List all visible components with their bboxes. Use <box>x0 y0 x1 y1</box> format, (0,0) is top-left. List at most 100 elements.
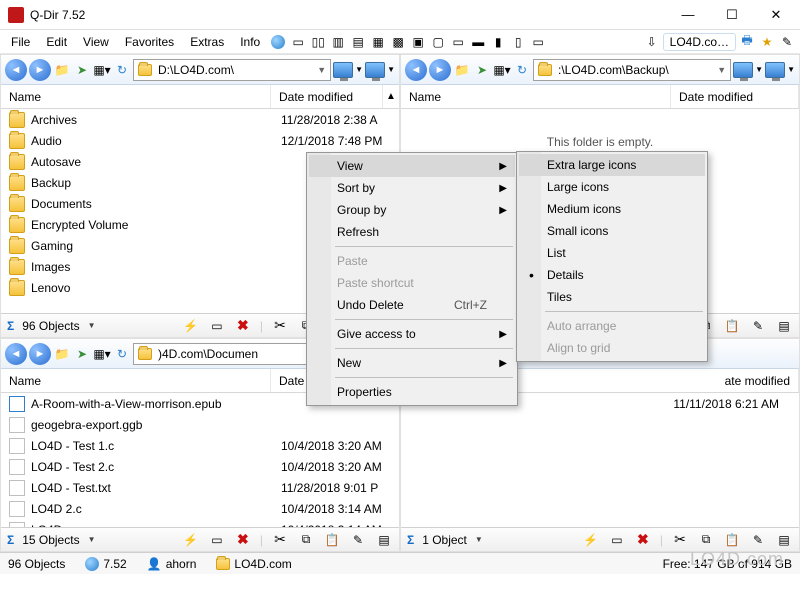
menu-favorites[interactable]: Favorites <box>118 33 181 51</box>
col-name[interactable]: Name <box>1 369 271 392</box>
edit-icon[interactable]: ✎ <box>749 317 767 335</box>
file-list-bl[interactable]: A-Room-with-a-View-morrison.epubgeogebra… <box>1 393 399 527</box>
up-icon[interactable]: 📁 <box>453 61 471 79</box>
list-item[interactable]: Archives11/28/2018 2:38 A <box>1 109 399 130</box>
chevron-down-icon[interactable]: ▼ <box>787 65 795 74</box>
refresh-icon[interactable]: ↻ <box>113 61 131 79</box>
paste-icon[interactable]: 📋 <box>723 531 741 549</box>
edit-icon[interactable]: ✎ <box>349 531 367 549</box>
printer-icon[interactable]: 🖶 <box>738 33 756 51</box>
view-details[interactable]: •Details <box>519 264 705 286</box>
layout5-icon[interactable]: ▦ <box>369 33 387 51</box>
copy-icon[interactable]: ⧉ <box>697 531 715 549</box>
list-item[interactable]: geogebra-export.ggb <box>1 414 399 435</box>
globe-icon[interactable] <box>269 33 287 51</box>
tree-icon[interactable]: ➤ <box>473 61 491 79</box>
ctx-group[interactable]: Group by▶ <box>309 199 515 221</box>
menu-edit[interactable]: Edit <box>39 33 74 51</box>
layout9-icon[interactable]: ▭ <box>449 33 467 51</box>
address-bar-tl[interactable]: D:\LO4D.com\ ▼ <box>133 59 331 81</box>
props-icon[interactable]: ▤ <box>775 531 793 549</box>
view-list[interactable]: List <box>519 242 705 264</box>
file-list-br[interactable]: 11/11/2018 6:21 AM <box>401 393 799 527</box>
scroll-up-icon[interactable]: ▲ <box>383 91 399 102</box>
paste-icon[interactable]: 📋 <box>723 317 741 335</box>
paste-icon[interactable]: 📋 <box>323 531 341 549</box>
bolt-icon[interactable]: ⚡ <box>182 531 200 549</box>
up-icon[interactable]: 📁 <box>53 345 71 363</box>
layout8-icon[interactable]: ▢ <box>429 33 447 51</box>
back-button[interactable]: ◄ <box>405 59 427 81</box>
layout10-icon[interactable]: ▬ <box>469 33 487 51</box>
refresh-icon[interactable]: ↻ <box>113 345 131 363</box>
list-item[interactable]: LO4D - Test 2.c10/4/2018 3:20 AM <box>1 456 399 477</box>
chevron-down-icon[interactable]: ▼ <box>387 65 395 74</box>
bolt-icon[interactable]: ⚡ <box>582 531 600 549</box>
list-item[interactable]: LO4D 2.c10/4/2018 3:14 AM <box>1 498 399 519</box>
ctx-share[interactable]: Give access to▶ <box>309 323 515 345</box>
chevron-down-icon[interactable]: ▼ <box>88 535 96 544</box>
col-date[interactable]: Date modified <box>671 85 799 108</box>
delete-icon[interactable]: ✖ <box>234 531 252 549</box>
view-icon[interactable]: ▦▾ <box>93 61 111 79</box>
delete-icon[interactable]: ✖ <box>634 531 652 549</box>
install-icon[interactable]: ⇩ <box>643 33 661 51</box>
ctx-sort[interactable]: Sort by▶ <box>309 177 515 199</box>
bolt-icon[interactable]: ⚡ <box>182 317 200 335</box>
view-lg[interactable]: Large icons <box>519 176 705 198</box>
chevron-down-icon[interactable]: ▼ <box>755 65 763 74</box>
monitor-icon[interactable] <box>733 62 753 78</box>
maximize-button[interactable]: ☐ <box>710 1 754 29</box>
forward-button[interactable]: ► <box>429 59 451 81</box>
window-icon[interactable]: ▭ <box>608 531 626 549</box>
tree-icon[interactable]: ➤ <box>73 61 91 79</box>
view-tiles[interactable]: Tiles <box>519 286 705 308</box>
layout3-icon[interactable]: ▥ <box>329 33 347 51</box>
ctx-properties[interactable]: Properties <box>309 381 515 403</box>
ctx-refresh[interactable]: Refresh <box>309 221 515 243</box>
chevron-down-icon[interactable]: ▼ <box>317 65 326 75</box>
chevron-down-icon[interactable]: ▼ <box>717 65 726 75</box>
list-item[interactable]: LO4D.c10/4/2018 3:14 AM <box>1 519 399 527</box>
window-icon[interactable]: ▭ <box>208 317 226 335</box>
menu-file[interactable]: File <box>4 33 37 51</box>
layout11-icon[interactable]: ▮ <box>489 33 507 51</box>
menu-view[interactable]: View <box>76 33 116 51</box>
ctx-new[interactable]: New▶ <box>309 352 515 374</box>
view-icon[interactable]: ▦▾ <box>493 61 511 79</box>
chevron-down-icon[interactable]: ▼ <box>355 65 363 74</box>
window-icon[interactable]: ▭ <box>208 531 226 549</box>
list-item[interactable]: LO4D - Test 1.c10/4/2018 3:20 AM <box>1 435 399 456</box>
view-md[interactable]: Medium icons <box>519 198 705 220</box>
monitor-icon[interactable] <box>333 62 353 78</box>
refresh-icon[interactable]: ↻ <box>513 61 531 79</box>
monitor-icon[interactable] <box>365 62 385 78</box>
forward-button[interactable]: ► <box>29 59 51 81</box>
chevron-down-icon[interactable]: ▼ <box>475 535 483 544</box>
col-name[interactable]: Name <box>1 85 271 108</box>
back-button[interactable]: ◄ <box>5 59 27 81</box>
address-bar-tr[interactable]: :\LO4D.com\Backup\ ▼ <box>533 59 731 81</box>
view-icon[interactable]: ▦▾ <box>93 345 111 363</box>
menu-extras[interactable]: Extras <box>183 33 231 51</box>
cut-icon[interactable]: ✂ <box>271 531 289 549</box>
ctx-view[interactable]: View▶ <box>309 155 515 177</box>
cut-icon[interactable]: ✂ <box>671 531 689 549</box>
layout7-icon[interactable]: ▣ <box>409 33 427 51</box>
delete-icon[interactable]: ✖ <box>234 317 252 335</box>
props-icon[interactable]: ▤ <box>775 317 793 335</box>
layout6-icon[interactable]: ▩ <box>389 33 407 51</box>
view-sm[interactable]: Small icons <box>519 220 705 242</box>
wand-icon[interactable]: ✎ <box>778 33 796 51</box>
view-xl[interactable]: Extra large icons <box>519 154 705 176</box>
list-item[interactable]: LO4D - Test.txt11/28/2018 9:01 P <box>1 477 399 498</box>
close-button[interactable]: ✕ <box>754 1 798 29</box>
back-button[interactable]: ◄ <box>5 343 27 365</box>
monitor-icon[interactable] <box>765 62 785 78</box>
ctx-undo[interactable]: Undo DeleteCtrl+Z <box>309 294 515 316</box>
cut-icon[interactable]: ✂ <box>271 317 289 335</box>
edit-icon[interactable]: ✎ <box>749 531 767 549</box>
chevron-down-icon[interactable]: ▼ <box>88 321 96 330</box>
menu-info[interactable]: Info <box>233 33 267 51</box>
address-tab[interactable]: LO4D.co… <box>663 33 736 51</box>
